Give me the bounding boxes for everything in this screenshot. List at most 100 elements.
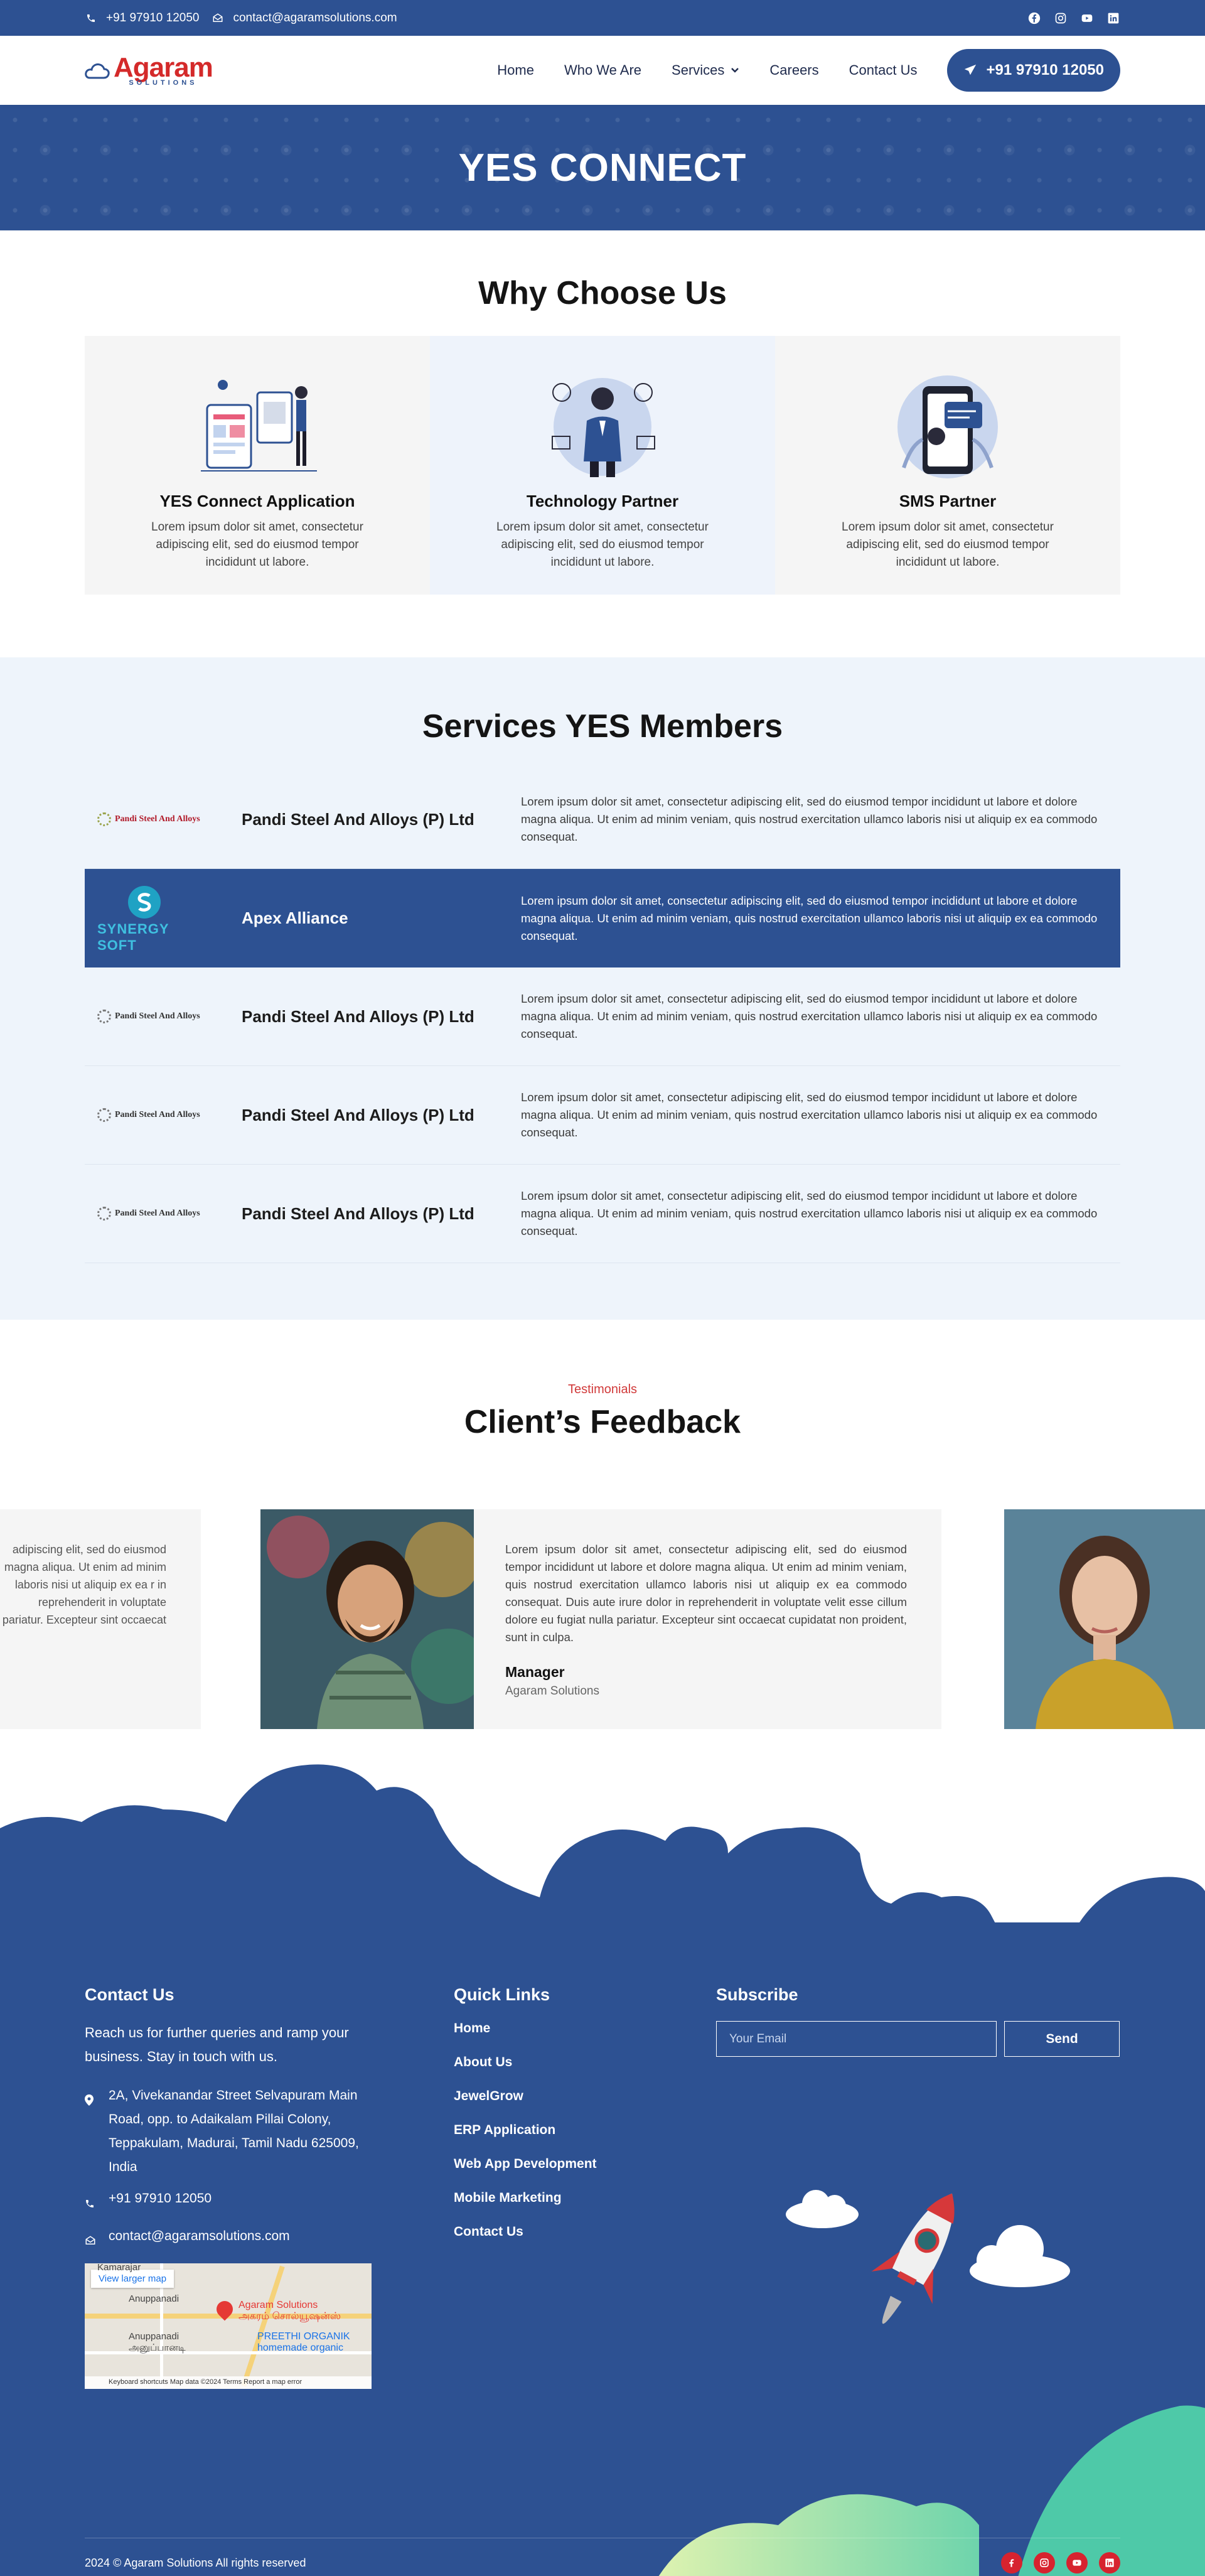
member-description: Lorem ipsum dolor sit amet, consectetur … bbox=[521, 1091, 1098, 1139]
footer-email[interactable]: contact@agaramsolutions.com bbox=[85, 2224, 454, 2255]
top-bar: +91 97910 12050 contact@agaramsolutions.… bbox=[0, 0, 1205, 36]
footer-link-jewelgrow[interactable]: JewelGrow bbox=[454, 2089, 716, 2104]
member-logo: Pandi Steel And Alloys bbox=[97, 1207, 229, 1221]
footer-phone-text: +91 97910 12050 bbox=[109, 2191, 212, 2206]
feature-card-technology: Technology Partner Lorem ipsum dolor sit… bbox=[430, 336, 775, 595]
member-description: Lorem ipsum dolor sit amet, consectetur … bbox=[521, 1189, 1098, 1237]
nav-careers[interactable]: Careers bbox=[769, 62, 818, 78]
map-poi: Agaram Solutions அகரம் சொல்யூஷன்ஸ் bbox=[238, 2300, 341, 2322]
footer-address: 2A, Vivekanandar Street Selvapuram Main … bbox=[85, 2084, 454, 2179]
nav-services-label: Services bbox=[672, 62, 725, 78]
why-title: Why Choose Us bbox=[478, 275, 727, 311]
subscribe-email-input[interactable] bbox=[716, 2021, 997, 2057]
feature-card-sms: SMS Partner Lorem ipsum dolor sit amet, … bbox=[775, 336, 1120, 595]
phone-icon bbox=[85, 12, 97, 24]
rocket-illustration bbox=[786, 2190, 1070, 2324]
subscribe-send-button[interactable]: Send bbox=[1004, 2021, 1120, 2057]
footer-link-home[interactable]: Home bbox=[454, 2021, 716, 2036]
footer-bottom-bar: 2024 © Agaram Solutions All rights reser… bbox=[85, 2538, 1120, 2573]
feature-card-text: Lorem ipsum dolor sit amet, consectetur … bbox=[842, 520, 1054, 569]
cloud-icon bbox=[970, 2225, 1070, 2287]
services-section: Services YES Members Pandi Steel And All… bbox=[0, 657, 1205, 1320]
location-icon bbox=[85, 2084, 96, 2179]
main-header: Agaram SOLUTIONS Home Who We Are Service… bbox=[0, 36, 1205, 105]
top-phone-text: +91 97910 12050 bbox=[106, 11, 200, 24]
map-attribution: Keyboard shortcuts Map data ©2024 Terms … bbox=[85, 2376, 372, 2389]
top-social bbox=[1027, 11, 1120, 25]
testimonial-text: Lorem ipsum dolor sit amet, consectetur … bbox=[505, 1543, 907, 1644]
linkedin-icon[interactable] bbox=[1099, 2552, 1120, 2573]
top-email-text: contact@agaramsolutions.com bbox=[233, 11, 397, 24]
footer-link-web-app[interactable]: Web App Development bbox=[454, 2157, 716, 2172]
map-area-label-tamil: அனுப்பானடி bbox=[129, 2342, 186, 2353]
footer-link-erp[interactable]: ERP Application bbox=[454, 2123, 716, 2138]
feature-card-title: Technology Partner bbox=[526, 492, 679, 510]
member-logo: Pandi Steel And Alloys bbox=[97, 1108, 229, 1122]
linkedin-icon[interactable] bbox=[1106, 11, 1120, 25]
testimonials-title: Client’s Feedback bbox=[464, 1404, 741, 1440]
gear-icon bbox=[97, 812, 111, 826]
member-name: Pandi Steel And Alloys (P) Ltd bbox=[242, 1105, 474, 1124]
facebook-icon[interactable] bbox=[1027, 11, 1041, 25]
testimonial-slide-current[interactable]: Lorem ipsum dolor sit amet, consectetur … bbox=[260, 1509, 941, 1729]
member-logo-text: Pandi Steel And Alloys bbox=[115, 1011, 200, 1021]
location-map[interactable]: View larger map Anuppanadi Kamarajar Anu… bbox=[85, 2263, 372, 2389]
member-logo-text: Pandi Steel And Alloys bbox=[115, 1209, 200, 1219]
footer-link-about[interactable]: About Us bbox=[454, 2055, 716, 2070]
nav-services[interactable]: Services bbox=[672, 62, 739, 78]
map-poi: PREETHI ORGANIK homemade organic bbox=[257, 2331, 350, 2354]
instagram-icon[interactable] bbox=[1054, 11, 1068, 25]
top-email[interactable]: contact@agaramsolutions.com bbox=[212, 11, 397, 25]
logo-text: Agaram bbox=[114, 52, 213, 83]
testimonial-prev-text: adipiscing elit, sed do eiusmod magna al… bbox=[2, 1543, 166, 1626]
service-row[interactable]: Pandi Steel And Alloys Pandi Steel And A… bbox=[85, 1066, 1120, 1165]
member-logo-text: Pandi Steel And Alloys bbox=[115, 1110, 200, 1120]
youtube-icon[interactable] bbox=[1066, 2552, 1088, 2573]
cloud-icon bbox=[786, 2190, 859, 2228]
testimonial-company: Agaram Solutions bbox=[505, 1684, 599, 1698]
member-name: Pandi Steel And Alloys (P) Ltd bbox=[242, 1204, 474, 1223]
member-logo-text: Pandi Steel And Alloys bbox=[115, 814, 200, 824]
header-phone-button[interactable]: +91 97910 12050 bbox=[947, 49, 1120, 92]
service-row[interactable]: Pandi Steel And Alloys Pandi Steel And A… bbox=[85, 770, 1120, 869]
feature-card-title: YES Connect Application bbox=[159, 492, 355, 510]
nav-who-we-are[interactable]: Who We Are bbox=[564, 62, 641, 78]
service-row[interactable]: Pandi Steel And Alloys Pandi Steel And A… bbox=[85, 967, 1120, 1066]
member-description: Lorem ipsum dolor sit amet, consectetur … bbox=[521, 992, 1098, 1040]
why-choose-us-section: Why Choose Us YES Connect Application Lo… bbox=[0, 230, 1205, 657]
feature-card-text: Lorem ipsum dolor sit amet, consectetur … bbox=[151, 520, 363, 569]
testimonials-tag: Testimonials bbox=[567, 1382, 638, 1396]
services-title: Services YES Members bbox=[422, 708, 783, 745]
footer-contact-title: Contact Us bbox=[85, 1985, 174, 2004]
header-phone-text: +91 97910 12050 bbox=[986, 62, 1104, 78]
site-logo[interactable]: Agaram SOLUTIONS bbox=[85, 54, 213, 87]
instagram-icon[interactable] bbox=[1034, 2552, 1055, 2573]
service-row[interactable]: Pandi Steel And Alloys Pandi Steel And A… bbox=[85, 1165, 1120, 1263]
member-description: Lorem ipsum dolor sit amet, consectetur … bbox=[521, 795, 1098, 843]
member-logo: Pandi Steel And Alloys bbox=[97, 812, 229, 826]
footer-address-text: 2A, Vivekanandar Street Selvapuram Main … bbox=[109, 2088, 359, 2174]
service-row-active[interactable]: SYNERGY SOFT Apex Alliance Lorem ipsum d… bbox=[85, 869, 1120, 967]
site-footer: Contact Us Reach us for further queries … bbox=[0, 1734, 1205, 2576]
footer-link-mobile-marketing[interactable]: Mobile Marketing bbox=[454, 2191, 716, 2206]
mail-icon bbox=[85, 2224, 96, 2255]
nav-home[interactable]: Home bbox=[497, 62, 534, 78]
member-logo-text: SYNERGY SOFT bbox=[97, 920, 169, 953]
member-logo: SYNERGY SOFT bbox=[97, 883, 229, 954]
map-area-label: Anuppanadi bbox=[129, 2293, 179, 2304]
sms-illustration-icon bbox=[897, 375, 998, 478]
map-poi-sub: அகரம் சொல்யூஷன்ஸ் bbox=[238, 2311, 341, 2322]
top-phone[interactable]: +91 97910 12050 bbox=[85, 11, 199, 25]
testimonial-slide-prev[interactable]: adipiscing elit, sed do eiusmod magna al… bbox=[0, 1509, 201, 1729]
youtube-icon[interactable] bbox=[1080, 11, 1094, 25]
footer-phone[interactable]: +91 97910 12050 bbox=[85, 2187, 454, 2217]
footer-contact: Contact Us Reach us for further queries … bbox=[85, 1985, 454, 2389]
testimonial-slide-next[interactable] bbox=[1004, 1509, 1205, 1729]
nav-contact-us[interactable]: Contact Us bbox=[849, 62, 918, 78]
map-poi-sub: homemade organic bbox=[257, 2342, 343, 2353]
main-nav: Home Who We Are Services Careers Contact… bbox=[497, 49, 1120, 92]
footer-contact-intro: Reach us for further queries and ramp yo… bbox=[85, 2025, 349, 2064]
facebook-icon[interactable] bbox=[1001, 2552, 1022, 2573]
testimonial-role: Manager bbox=[505, 1664, 565, 1680]
footer-link-contact[interactable]: Contact Us bbox=[454, 2224, 716, 2239]
